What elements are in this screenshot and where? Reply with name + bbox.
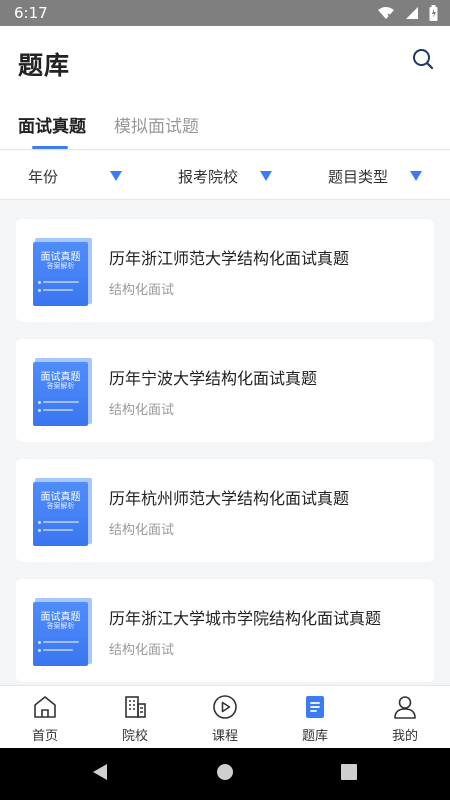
system-nav-bar — [0, 748, 450, 800]
nav-label: 课程 — [211, 729, 238, 744]
list-item[interactable]: 面试真题 答案解析 历年浙江师范大学结构化面试真题 结构化面试 — [16, 219, 434, 322]
dropdown-arrow-icon[interactable] — [410, 171, 422, 181]
search-icon — [411, 47, 435, 75]
cover-subtitle: 答案解析 — [46, 262, 75, 270]
battery-icon — [429, 5, 438, 21]
back-triangle-icon — [91, 762, 109, 786]
search-button[interactable] — [410, 48, 436, 74]
book-cover-image: 面试真题 答案解析 — [33, 358, 92, 426]
cover-subtitle: 答案解析 — [46, 382, 75, 390]
book-cover-image: 面试真题 答案解析 — [33, 238, 92, 306]
item-title: 历年浙江大学城市学院结构化面试真题 — [109, 609, 382, 628]
nav-label: 题库 — [301, 729, 328, 744]
item-title: 历年杭州师范大学结构化面试真题 — [109, 489, 350, 508]
cover-subtitle: 答案解析 — [46, 622, 75, 630]
nav-item-schools[interactable]: 院校 — [90, 686, 180, 748]
item-title: 历年宁波大学结构化面试真题 — [109, 369, 318, 388]
status-bar: 6:17 — [0, 0, 450, 26]
question-bank-list: 面试真题 答案解析 历年浙江师范大学结构化面试真题 结构化面试 面试真题 答案解… — [16, 219, 434, 699]
nav-item-courses[interactable]: 课程 — [180, 686, 270, 748]
home-button[interactable] — [213, 762, 237, 786]
filter-bar: 年份 报考院校 题目类型 — [0, 151, 450, 200]
status-icons — [377, 5, 438, 21]
home-icon — [31, 693, 59, 721]
item-title: 历年浙江师范大学结构化面试真题 — [109, 249, 350, 268]
book-cover-image: 面试真题 答案解析 — [33, 478, 92, 546]
page-title: 题库 — [18, 51, 71, 80]
tab-label: 模拟面试题 — [114, 117, 199, 137]
filter-school[interactable]: 报考院校 — [178, 166, 238, 187]
cover-subtitle: 答案解析 — [46, 502, 75, 510]
question-bank-icon — [301, 693, 329, 721]
home-circle-icon — [215, 762, 235, 786]
play-circle-icon — [211, 693, 239, 721]
back-button[interactable] — [88, 762, 112, 786]
filter-label: 报考院校 — [178, 168, 239, 186]
book-cover-image: 面试真题 答案解析 — [33, 598, 92, 666]
building-icon — [121, 693, 149, 721]
filter-label: 题目类型 — [328, 168, 389, 186]
nav-item-profile[interactable]: 我的 — [360, 686, 450, 748]
dropdown-arrow-icon[interactable] — [110, 171, 122, 181]
nav-label: 院校 — [121, 729, 148, 744]
tab-label: 面试真题 — [18, 117, 86, 137]
recents-square-icon — [340, 763, 358, 785]
nav-item-question-bank[interactable]: 题库 — [270, 686, 360, 748]
item-subtitle: 结构化面试 — [109, 643, 175, 658]
tab-mock-interview[interactable]: 模拟面试题 — [114, 112, 199, 137]
dropdown-arrow-icon[interactable] — [260, 171, 272, 181]
tab-bar: 面试真题 模拟面试题 — [0, 100, 450, 150]
bottom-nav: 首页 院校 课程 题库 我的 — [0, 685, 450, 748]
user-icon — [391, 693, 419, 721]
app-header: 题库 — [0, 26, 450, 100]
active-tab-indicator — [32, 146, 68, 149]
item-subtitle: 结构化面试 — [109, 283, 175, 298]
nav-item-home[interactable]: 首页 — [0, 686, 90, 748]
wifi-icon — [377, 6, 395, 20]
status-time: 6:17 — [14, 4, 48, 22]
tab-interview-questions[interactable]: 面试真题 — [18, 112, 86, 149]
filter-question-type[interactable]: 题目类型 — [328, 166, 388, 187]
list-item[interactable]: 面试真题 答案解析 历年杭州师范大学结构化面试真题 结构化面试 — [16, 459, 434, 562]
nav-label: 首页 — [31, 729, 58, 744]
item-subtitle: 结构化面试 — [109, 403, 175, 418]
list-item[interactable]: 面试真题 答案解析 历年宁波大学结构化面试真题 结构化面试 — [16, 339, 434, 442]
list-item[interactable]: 面试真题 答案解析 历年浙江大学城市学院结构化面试真题 结构化面试 — [16, 579, 434, 682]
item-subtitle: 结构化面试 — [109, 523, 175, 538]
recents-button[interactable] — [337, 762, 361, 786]
filter-label: 年份 — [28, 168, 59, 186]
filter-year[interactable]: 年份 — [28, 166, 58, 187]
nav-label: 我的 — [391, 729, 418, 744]
signal-icon — [405, 6, 419, 20]
